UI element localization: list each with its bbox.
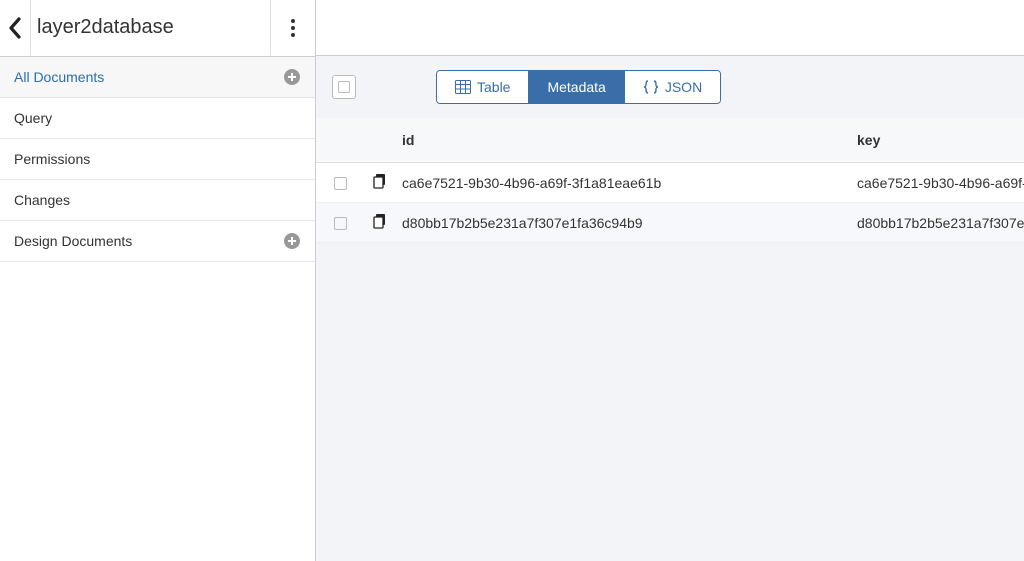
table-row[interactable]: d80bb17b2b5e231a7f307e1fa36c94b9d80bb17b…	[316, 203, 1024, 243]
view-metadata-label: Metadata	[547, 79, 605, 95]
checkbox-indicator	[338, 81, 350, 93]
back-button[interactable]	[0, 0, 30, 56]
database-menu-button[interactable]	[271, 0, 315, 56]
document-icon	[372, 213, 388, 229]
sidebar-item-label: Permissions	[14, 151, 90, 167]
sidebar-item-label: Changes	[14, 192, 70, 208]
braces-icon	[643, 80, 659, 94]
sidebar-item-label: Design Documents	[14, 233, 132, 249]
view-table-label: Table	[477, 79, 510, 95]
database-name: layer2database	[30, 0, 271, 55]
table-icon	[455, 80, 471, 94]
sidebar: layer2database All Documents Query Permiss…	[0, 0, 316, 561]
row-icon-cell	[364, 163, 394, 203]
col-header-id[interactable]: id	[394, 118, 849, 163]
row-id[interactable]: ca6e7521-9b30-4b96-a69f-3f1a81eae61b	[394, 163, 849, 203]
document-icon	[372, 173, 388, 189]
row-key[interactable]: ca6e7521-9b30-4b96-a69f-3f1a81eae61b	[849, 163, 1024, 203]
view-toggle: Table Metadata JSON	[436, 70, 721, 104]
sidebar-item-design-documents[interactable]: Design Documents	[0, 221, 315, 262]
row-checkbox-cell	[316, 203, 364, 243]
add-icon[interactable]	[283, 232, 301, 250]
select-all-checkbox[interactable]	[332, 75, 356, 99]
row-checkbox[interactable]	[334, 177, 347, 190]
row-id[interactable]: d80bb17b2b5e231a7f307e1fa36c94b9	[394, 203, 849, 243]
sidebar-item-label: Query	[14, 110, 52, 126]
view-json-label: JSON	[665, 79, 702, 95]
row-icon-cell	[364, 203, 394, 243]
sidebar-item-label: All Documents	[14, 69, 104, 85]
main-panel: Table Metadata JSON	[316, 0, 1024, 561]
add-icon[interactable]	[283, 68, 301, 86]
col-header-key[interactable]: key	[849, 118, 1024, 163]
view-metadata-button[interactable]: Metadata	[529, 71, 624, 103]
chevron-left-icon	[8, 17, 22, 39]
kebab-icon	[291, 19, 295, 37]
sidebar-item-query[interactable]: Query	[0, 98, 315, 139]
table-header-row: id key	[316, 118, 1024, 163]
col-header-icon	[364, 118, 394, 163]
row-checkbox[interactable]	[334, 217, 347, 230]
view-table-button[interactable]: Table	[437, 71, 529, 103]
view-json-button[interactable]: JSON	[625, 71, 720, 103]
row-checkbox-cell	[316, 163, 364, 203]
sidebar-header: layer2database	[0, 0, 315, 56]
sidebar-nav: All Documents Query Permissions Changes Desi…	[0, 56, 315, 262]
col-header-check	[316, 118, 364, 163]
toolbar: Table Metadata JSON	[316, 56, 1024, 118]
table-row[interactable]: ca6e7521-9b30-4b96-a69f-3f1a81eae61bca6e…	[316, 163, 1024, 203]
documents-table: id key ca6e7521-9b30-4b96-a69f-3f1a81eae…	[316, 118, 1024, 243]
documents-table-wrap: id key ca6e7521-9b30-4b96-a69f-3f1a81eae…	[316, 118, 1024, 243]
row-key[interactable]: d80bb17b2b5e231a7f307e1fa36c94b9	[849, 203, 1024, 243]
sidebar-item-changes[interactable]: Changes	[0, 180, 315, 221]
main-topbar	[316, 0, 1024, 56]
sidebar-item-permissions[interactable]: Permissions	[0, 139, 315, 180]
sidebar-item-all-documents[interactable]: All Documents	[0, 57, 315, 98]
